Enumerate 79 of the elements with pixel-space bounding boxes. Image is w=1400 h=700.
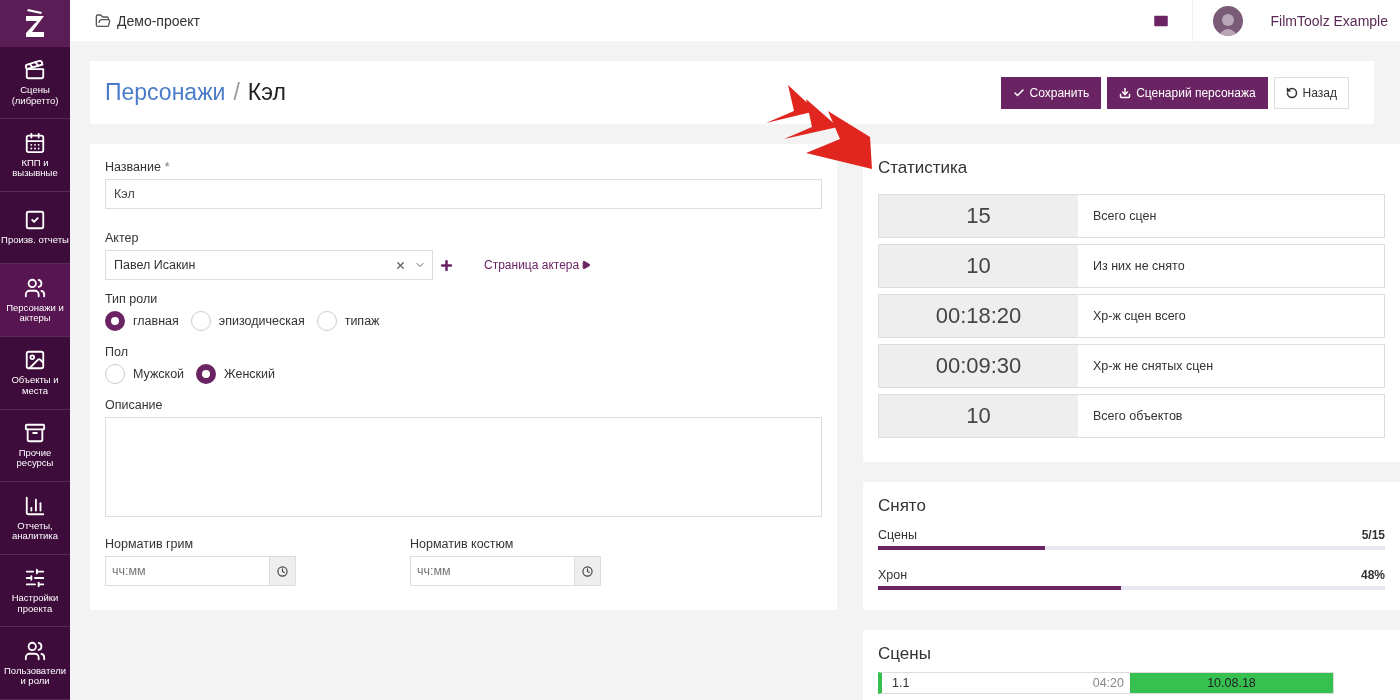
checkbox-icon bbox=[24, 209, 46, 232]
scene-duration: 04:20 bbox=[1092, 675, 1125, 692]
time-input[interactable]: чч:мм bbox=[105, 556, 269, 586]
actor-select[interactable]: Павел Исакин bbox=[105, 250, 433, 280]
clapperboard-icon bbox=[24, 59, 46, 82]
logo-icon bbox=[24, 8, 46, 39]
undo-icon bbox=[1285, 86, 1298, 99]
field-label: Пол bbox=[105, 345, 129, 359]
people-icon bbox=[24, 276, 46, 299]
add-icon[interactable] bbox=[439, 257, 454, 273]
clock-button[interactable] bbox=[574, 556, 601, 586]
stat-label: Хр-ж не снятых сцен bbox=[1092, 358, 1215, 375]
chart-icon bbox=[24, 494, 46, 517]
clock-icon bbox=[277, 565, 288, 577]
user-name[interactable]: FilmToolz Example bbox=[1270, 12, 1388, 29]
page-title: Кэл bbox=[247, 79, 286, 106]
radio-option[interactable]: Мужской bbox=[105, 364, 185, 384]
avatar[interactable] bbox=[1212, 5, 1243, 36]
sidebar-item[interactable]: Сцены (либретто) bbox=[0, 46, 70, 120]
sliders-icon bbox=[24, 567, 46, 590]
people-icon bbox=[24, 639, 46, 662]
sidebar-item[interactable]: Прочие ресурсы bbox=[0, 409, 70, 483]
stat-value: 15 bbox=[879, 195, 1078, 237]
sidebar-item[interactable]: Настройки проекта bbox=[0, 554, 70, 628]
time-input[interactable]: чч:мм bbox=[410, 556, 574, 586]
download-icon bbox=[1119, 86, 1132, 99]
progress-reading: 5/15 bbox=[1361, 528, 1385, 542]
progress-reading: 48% bbox=[1360, 568, 1385, 582]
play-icon bbox=[581, 260, 592, 270]
radio-option[interactable]: Женский bbox=[196, 364, 276, 384]
field-label: Актер bbox=[105, 231, 140, 245]
clear-icon[interactable] bbox=[395, 259, 406, 271]
scene-row[interactable]: 1.1 04:20 10.08.18 bbox=[878, 672, 1334, 694]
clock-button[interactable] bbox=[269, 556, 296, 586]
card-title: Статистика bbox=[878, 158, 969, 178]
stat-value: 10 bbox=[879, 395, 1078, 437]
sidebar-item[interactable]: Отчеты, аналитика bbox=[0, 482, 70, 555]
stat-value: 10 bbox=[879, 245, 1078, 287]
archive-icon bbox=[24, 421, 46, 444]
radio-option[interactable]: типаж bbox=[316, 311, 380, 331]
field-label: Норматив костюм bbox=[410, 537, 515, 551]
action-button[interactable]: Назад bbox=[1273, 76, 1349, 109]
stat-label: Всего объектов bbox=[1092, 408, 1184, 425]
breadcrumb-link[interactable]: Персонажи bbox=[105, 79, 226, 106]
stat-label: Всего сцен bbox=[1092, 208, 1158, 225]
progress-label: Хрон bbox=[878, 568, 908, 582]
action-button[interactable]: Сценарий персонажа bbox=[1107, 76, 1268, 109]
radio-button[interactable] bbox=[105, 311, 125, 331]
field-label: Описание bbox=[105, 398, 164, 412]
calendar-icon bbox=[24, 131, 46, 154]
folder-icon bbox=[95, 12, 111, 29]
name-input[interactable]: Кэл bbox=[105, 179, 822, 209]
image-icon bbox=[24, 349, 46, 372]
card-title: Сцены bbox=[878, 644, 932, 664]
stat-label: Из них не снято bbox=[1092, 258, 1186, 275]
action-button[interactable]: Сохранить bbox=[1000, 76, 1102, 109]
logo[interactable] bbox=[0, 0, 70, 47]
card-title: Снято bbox=[878, 496, 927, 516]
radio-button[interactable] bbox=[196, 364, 217, 384]
scene-date: 10.08.18 bbox=[1130, 673, 1333, 693]
radio-option[interactable]: главная bbox=[105, 311, 179, 331]
sidebar-item[interactable]: Пользователи и роли bbox=[0, 627, 70, 700]
field-label: Тип роли bbox=[105, 292, 159, 306]
clock-icon bbox=[582, 565, 593, 577]
stat-value: 00:18:20 bbox=[879, 295, 1078, 337]
radio-option[interactable]: эпизодическая bbox=[190, 311, 305, 331]
sidebar-item[interactable]: КПП и вызывные bbox=[0, 119, 70, 192]
sidebar-item[interactable]: Персонажи и актеры bbox=[0, 264, 70, 338]
field-label: Норматив грим bbox=[105, 537, 195, 551]
scene-number: 1.1 bbox=[891, 675, 911, 692]
actor-page-link[interactable]: Страница актера bbox=[484, 258, 592, 272]
sidebar-item[interactable]: Объекты и места bbox=[0, 337, 70, 410]
breadcrumb-separator: / bbox=[233, 79, 240, 106]
project-name[interactable]: Демо-проект bbox=[117, 12, 200, 29]
check-icon bbox=[1012, 86, 1025, 99]
progress-label: Сцены bbox=[878, 528, 917, 542]
stat-label: Хр-ж сцен всего bbox=[1092, 308, 1187, 325]
field-label: Название * bbox=[105, 160, 171, 174]
stat-value: 00:09:30 bbox=[879, 345, 1078, 387]
